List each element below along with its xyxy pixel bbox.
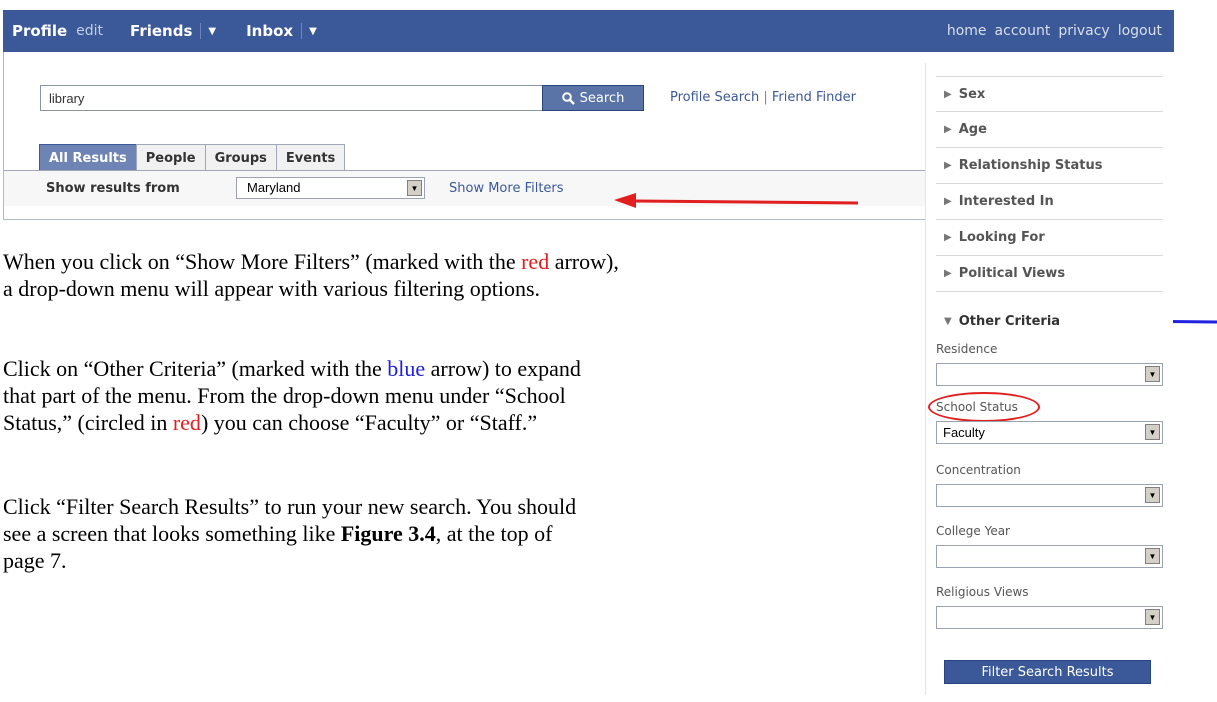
category-looking-for[interactable]: ▶ Looking For	[936, 220, 1163, 256]
chevron-down-icon[interactable]: ▼	[407, 180, 422, 196]
category-label: Interested In	[958, 194, 1054, 209]
nav-home-link[interactable]: home	[947, 23, 987, 39]
category-political-views[interactable]: ▶ Political Views	[936, 256, 1163, 292]
expand-arrow-icon: ▶	[944, 268, 952, 279]
filter-search-results-button[interactable]: Filter Search Results	[944, 660, 1151, 684]
search-links: Profile Search | Friend Finder	[670, 90, 856, 105]
profile-search-link[interactable]: Profile Search	[670, 90, 759, 105]
nav-friends-link[interactable]: Friends	[130, 22, 192, 40]
category-other-criteria[interactable]: ▼ Other Criteria	[936, 304, 1163, 338]
prose-text: arrow) to expand	[425, 356, 581, 381]
residence-label: Residence	[936, 342, 998, 356]
caption-strip	[0, 0, 1217, 10]
prose-line: Click “Filter Search Results” to run you…	[3, 494, 577, 519]
prose-red-word: red	[172, 410, 201, 435]
nav-left-group: Profile edit Friends ▼ Inbox ▼	[12, 10, 317, 52]
filter-sidebar: ▶ Sex ▶ Age ▶ Relationship Status ▶ Inte…	[925, 63, 1173, 695]
network-select-value: Maryland	[247, 180, 301, 195]
nav-inbox-link[interactable]: Inbox	[246, 22, 293, 40]
search-button-label: Search	[579, 90, 625, 106]
prose-line: a drop-down menu will appear with variou…	[3, 276, 541, 301]
concentration-select[interactable]: ▼	[936, 484, 1163, 507]
tab-all-results[interactable]: All Results	[39, 144, 137, 171]
show-more-filters-link[interactable]: Show More Filters	[449, 181, 564, 196]
result-tabs: All Results People Groups Events	[39, 144, 346, 171]
category-age[interactable]: ▶ Age	[936, 112, 1163, 148]
prose-line: Status,” (circled in red) you can choose…	[3, 409, 581, 436]
prose-text: see a screen that looks something like	[3, 521, 341, 546]
school-status-select[interactable]: Faculty ▼	[936, 421, 1163, 444]
category-sex[interactable]: ▶ Sex	[936, 76, 1163, 112]
expand-arrow-icon: ▶	[944, 196, 952, 207]
friends-dropdown-icon[interactable]: ▼	[208, 26, 216, 37]
tab-groups[interactable]: Groups	[204, 144, 277, 171]
friend-finder-link[interactable]: Friend Finder	[772, 90, 856, 105]
category-label: Relationship Status	[958, 158, 1103, 173]
network-select[interactable]: Maryland ▼	[236, 177, 425, 199]
category-label: Political Views	[958, 266, 1066, 281]
instruction-paragraph-1: When you click on “Show More Filters” (m…	[3, 248, 619, 302]
tab-people[interactable]: People	[135, 144, 206, 171]
school-status-value: Faculty	[943, 425, 985, 440]
college-year-select[interactable]: ▼	[936, 545, 1163, 568]
instruction-paragraph-3: Click “Filter Search Results” to run you…	[3, 493, 576, 574]
prose-text: When you click on “Show More Filters” (m…	[3, 249, 522, 274]
expand-arrow-icon: ▶	[944, 160, 952, 171]
prose-blue-word: blue	[387, 356, 426, 381]
collapse-arrow-icon: ▼	[944, 315, 952, 327]
link-separator: |	[763, 90, 768, 105]
prose-text: , at the top of	[435, 521, 553, 546]
religious-views-select[interactable]: ▼	[936, 606, 1163, 629]
expand-arrow-icon: ▶	[944, 124, 952, 135]
prose-line: page 7.	[3, 548, 67, 573]
nav-edit-link[interactable]: edit	[76, 23, 103, 39]
category-label: Looking For	[958, 230, 1045, 245]
category-label: Sex	[958, 86, 986, 102]
category-relationship-status[interactable]: ▶ Relationship Status	[936, 148, 1163, 184]
search-button[interactable]: Search	[542, 85, 644, 111]
nav-divider	[200, 23, 202, 39]
prose-text: Click on “Other Criteria” (marked with t…	[3, 356, 388, 381]
chevron-down-icon[interactable]: ▼	[1145, 609, 1160, 625]
concentration-label: Concentration	[936, 463, 1021, 477]
residence-select[interactable]: ▼	[936, 363, 1163, 386]
prose-text: arrow),	[549, 249, 619, 274]
inbox-dropdown-icon[interactable]: ▼	[309, 26, 317, 37]
prose-red-word: red	[521, 249, 550, 274]
nav-account-link[interactable]: account	[995, 23, 1051, 39]
prose-line: see a screen that looks something like F…	[3, 520, 576, 547]
nav-logout-link[interactable]: logout	[1118, 23, 1162, 39]
prose-text: ) you can choose “Faculty” or “Staff.”	[200, 410, 538, 435]
college-year-label: College Year	[936, 524, 1010, 538]
chevron-down-icon[interactable]: ▼	[1145, 366, 1160, 382]
category-label: Age	[958, 122, 987, 137]
prose-line: Click on “Other Criteria” (marked with t…	[3, 355, 581, 382]
school-status-label: School Status	[936, 400, 1018, 414]
top-nav-bar: Profile edit Friends ▼ Inbox ▼ home acco…	[3, 10, 1174, 52]
expand-arrow-icon: ▶	[944, 88, 952, 100]
show-results-label: Show results from	[46, 181, 180, 196]
tab-events[interactable]: Events	[275, 144, 346, 171]
prose-line: When you click on “Show More Filters” (m…	[3, 248, 619, 275]
religious-views-label: Religious Views	[936, 585, 1029, 599]
nav-right-group: home account privacy logout	[939, 10, 1162, 52]
red-arrow-annotation	[614, 193, 859, 208]
magnifier-icon	[561, 91, 575, 105]
nav-privacy-link[interactable]: privacy	[1058, 23, 1109, 39]
figure-reference: Figure 3.4	[340, 521, 436, 546]
chevron-down-icon[interactable]: ▼	[1145, 487, 1160, 503]
nav-profile-link[interactable]: Profile	[12, 22, 67, 40]
prose-line: that part of the menu. From the drop-dow…	[3, 383, 566, 408]
chevron-down-icon[interactable]: ▼	[1145, 424, 1160, 440]
instruction-paragraph-2: Click on “Other Criteria” (marked with t…	[3, 355, 581, 436]
search-input[interactable]: library	[40, 85, 545, 111]
category-interested-in[interactable]: ▶ Interested In	[936, 184, 1163, 220]
chevron-down-icon[interactable]: ▼	[1145, 548, 1160, 564]
category-label: Other Criteria	[958, 313, 1061, 329]
prose-text: Status,” (circled in	[3, 410, 173, 435]
nav-divider	[301, 23, 303, 39]
expand-arrow-icon: ▶	[944, 232, 952, 243]
